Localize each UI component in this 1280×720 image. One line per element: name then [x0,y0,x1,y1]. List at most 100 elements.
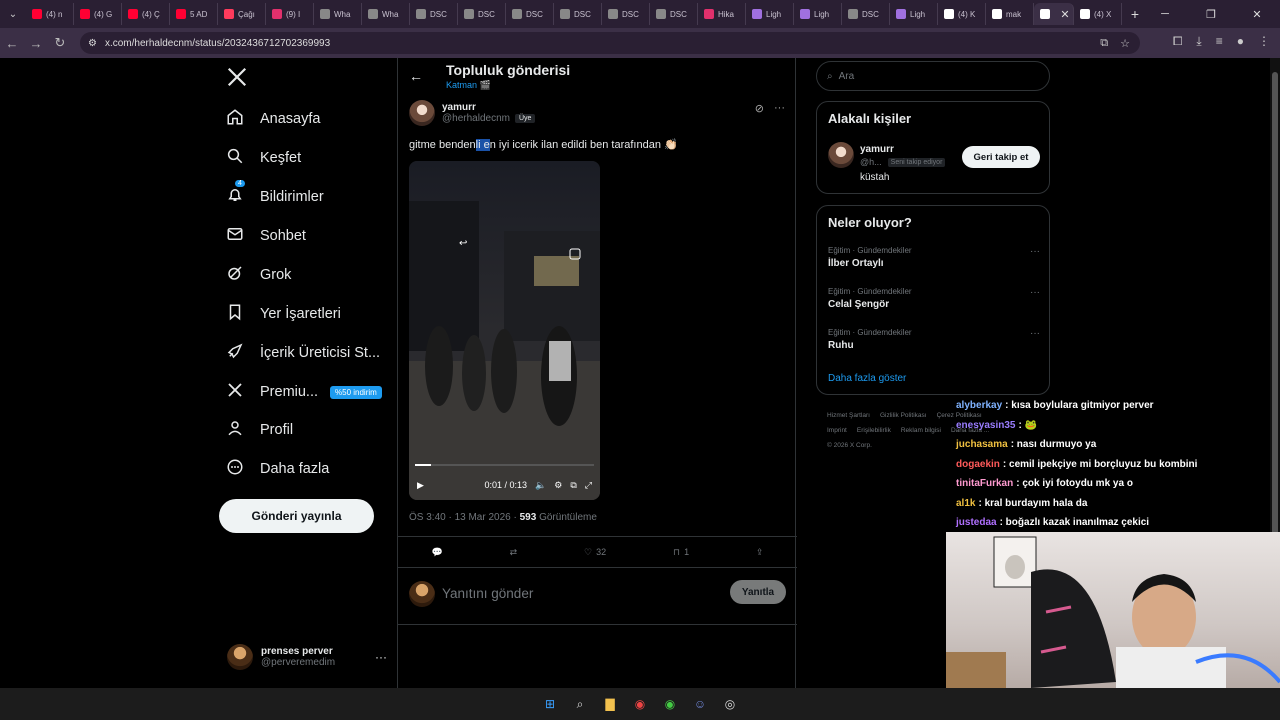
browser-tab[interactable]: DSC [458,3,506,25]
post-author[interactable]: yamurr @herhaldecnm Üye [409,100,536,126]
tab-active[interactable]: ✕ [1034,3,1074,25]
more-icon[interactable]: ··· [375,650,387,664]
back-icon[interactable]: ← [0,36,24,51]
x-logo-icon[interactable] [226,66,248,88]
browser-tab[interactable]: (4) G [74,3,122,25]
bookmark-star-icon[interactable]: ☆ [1120,37,1130,50]
nav-item-4[interactable]: Grok [226,264,291,286]
follow-back-button[interactable]: Geri takip et [962,146,1040,168]
nav-item-0[interactable]: Anasayfa [226,108,320,130]
trend-item[interactable]: Eğitim · Gündemdekiler Ruhu ··· [828,328,1040,351]
post-more-icon[interactable]: ··· [774,102,785,115]
post-button[interactable]: Gönderi yayınla [219,499,374,533]
video-player[interactable]: ↩ ▶ 0:01 / 0:13 🔈 ⚙ ⧉ ⤢ [409,161,600,500]
browser-tab[interactable]: Ligh [794,3,842,25]
browser-tab[interactable]: 5 AD [170,3,218,25]
trend-item[interactable]: Eğitim · Gündemdekiler İlber Ortaylı ··· [828,246,1040,269]
forward-icon[interactable]: → [24,36,48,51]
person-name[interactable]: yamurr [860,144,894,155]
reading-list-icon[interactable]: ≡ [1216,34,1223,49]
share-action[interactable]: ⇪ [756,547,764,558]
footer-link[interactable]: Hizmet Şartları [827,412,870,419]
maximize-icon[interactable]: ❐ [1188,0,1234,28]
reply-input[interactable]: Yanıtını gönder [442,586,533,601]
reply-button[interactable]: Yanıtla [730,580,786,604]
author-avatar[interactable] [409,100,435,126]
tab-close-icon[interactable]: ✕ [1058,8,1072,21]
browser-tab[interactable]: DSC [842,3,890,25]
nav-item-2[interactable]: 4 Bildirimler [226,180,324,208]
close-window-icon[interactable]: ✕ [1234,0,1280,28]
browser-menu-icon[interactable]: ⋮ [1258,34,1270,49]
footer-link[interactable]: Imprint [827,427,847,434]
browser-tab[interactable]: (9) I [266,3,314,25]
nav-item-9[interactable]: Daha fazla [226,458,329,480]
reload-icon[interactable]: ↻ [48,35,72,51]
footer-link[interactable]: Reklam bilgisi [901,427,941,434]
tab-last[interactable]: (4) X [1074,3,1122,25]
mute-icon[interactable]: 🔈 [535,480,546,491]
community-link[interactable]: Katman 🎬 [446,80,491,91]
bookmark-action[interactable]: ⊓ 1 [673,547,689,558]
browser-tab[interactable]: (4) n [26,3,74,25]
tab-search-button[interactable]: ⌄ [0,0,26,28]
browser-tab[interactable]: (4) K [938,3,986,25]
footer-link[interactable]: Gizlilik Politikası [880,412,927,419]
browser-tab[interactable]: DSC [650,3,698,25]
chrome-icon[interactable]: ◉ [630,694,650,714]
reply-action[interactable]: 💬 [431,547,442,558]
browser-tab[interactable]: Çağı [218,3,266,25]
trend-more-icon[interactable]: ··· [1030,328,1040,339]
nav-item-6[interactable]: İçerik Üreticisi St... [226,342,380,364]
repost-action[interactable]: ⇄ [510,547,518,558]
chrome-profile-icon[interactable]: ◉ [660,694,680,714]
browser-tab[interactable]: Ligh [890,3,938,25]
trend-item[interactable]: Eğitim · Gündemdekiler Celal Şengör ··· [828,287,1040,310]
browser-tab[interactable]: DSC [410,3,458,25]
browser-tab[interactable]: mak [986,3,1034,25]
play-icon[interactable]: ▶ [417,480,424,491]
pip-icon[interactable]: ⧉ [570,480,576,491]
nav-item-7[interactable]: Premiu... %50 indirim [226,381,382,403]
browser-tab[interactable]: Wha [314,3,362,25]
nav-item-5[interactable]: Yer İşaretleri [226,303,341,325]
nav-item-3[interactable]: Sohbet [226,225,306,247]
grok-icon[interactable]: ⊘ [755,102,764,115]
nav-item-1[interactable]: Keşfet [226,147,301,169]
file-explorer-icon[interactable]: ▇ [600,694,620,714]
obs-icon[interactable]: ◎ [720,694,740,714]
profile-icon[interactable]: ● [1237,34,1244,49]
like-action[interactable]: ♡ 32 [584,547,606,558]
trend-more-icon[interactable]: ··· [1030,287,1040,298]
trend-more-icon[interactable]: ··· [1030,246,1040,257]
extensions-icon[interactable]: ⧠ [1173,34,1183,49]
nav-item-8[interactable]: Profil [226,419,293,441]
person-avatar[interactable] [828,142,854,168]
minimize-icon[interactable]: ─ [1142,0,1188,28]
author-handle[interactable]: @herhaldecnm [442,113,510,124]
video-progress-bar[interactable] [415,464,594,466]
browser-tab[interactable]: (4) Ç [122,3,170,25]
search-icon[interactable]: ⌕ [570,694,590,714]
site-info-icon[interactable]: ⚙ [88,38,97,49]
footer-link[interactable]: Erişilebilirlik [857,427,891,434]
browser-tab[interactable]: DSC [554,3,602,25]
browser-tab[interactable]: Ligh [746,3,794,25]
browser-tab[interactable]: DSC [602,3,650,25]
author-name[interactable]: yamurr [442,102,535,113]
install-app-icon[interactable]: ⧉ [1100,37,1108,50]
show-more-link[interactable]: Daha fazla göster [828,373,906,384]
browser-tab[interactable]: Hika [698,3,746,25]
account-switcher[interactable]: prenses perver @perveremedim ··· [227,644,387,670]
settings-icon[interactable]: ⚙ [554,480,562,491]
discord-icon[interactable]: ☺ [690,694,710,714]
post-timestamp[interactable]: ÖS 3:40 · 13 Mar 2026 · [409,512,520,523]
download-icon[interactable]: ⤓ [1196,34,1201,49]
windows-start-icon[interactable]: ⊞ [540,694,560,714]
fullscreen-icon[interactable]: ⤢ [585,480,592,491]
browser-tab[interactable]: Wha [362,3,410,25]
address-bar[interactable]: ⚙ x.com/herhaldecnm/status/2032436712702… [80,32,1140,54]
browser-tab[interactable]: DSC [506,3,554,25]
back-arrow-icon[interactable]: ← [409,68,423,84]
search-input[interactable]: ⌕ Ara [816,61,1050,91]
